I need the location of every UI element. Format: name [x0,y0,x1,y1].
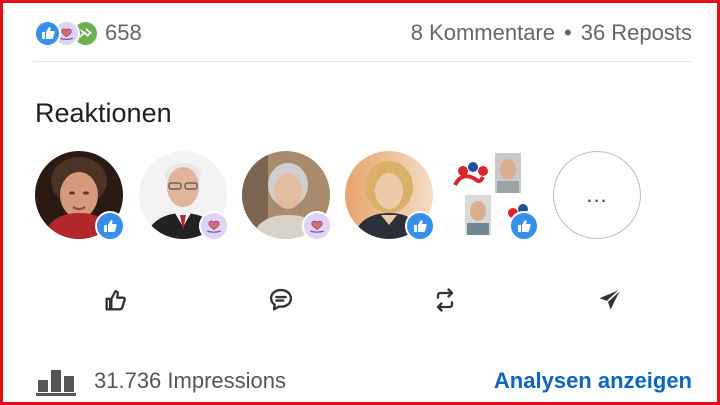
love-icon [199,211,229,241]
reactors-list: ... [35,151,655,241]
divider [34,61,692,62]
impressions-summary: 31.736 Impressions [36,366,286,396]
like-button[interactable] [86,278,146,322]
post-action-bar [34,278,692,322]
send-icon [599,288,621,310]
separator-dot: • [564,20,572,45]
love-icon [302,211,332,241]
engagement-summary: 8 Kommentare • 36 Reposts [411,20,692,46]
like-icon [95,211,125,241]
view-analytics-link[interactable]: Analysen anzeigen [494,368,692,394]
reactor-avatar[interactable] [242,151,332,241]
like-icon [509,211,539,241]
reactor-avatar[interactable] [449,151,539,241]
comment-button[interactable] [251,278,311,322]
more-reactors-button[interactable]: ... [553,151,641,239]
reactions-heading: Reaktionen [35,98,172,128]
bar-chart-icon [36,370,76,396]
impressions-count: 31.736 Impressions [94,368,286,393]
reactions-summary[interactable]: 658 [34,19,142,47]
reactor-avatar[interactable] [35,151,125,241]
like-icon [405,211,435,241]
repost-button[interactable] [415,278,475,322]
reactor-avatar[interactable] [345,151,435,241]
like-icon [34,19,61,47]
send-button[interactable] [580,278,640,322]
reposts-count-link[interactable]: 36 Reposts [581,20,692,46]
comment-icon [269,288,292,311]
reactor-avatar[interactable] [139,151,229,241]
repost-icon [437,288,454,312]
social-counts-row: 658 8 Kommentare • 36 Reposts [34,14,692,52]
thumbs-up-icon [105,290,127,311]
reaction-count: 658 [105,20,142,45]
reaction-icons [34,19,99,47]
comments-count-link[interactable]: 8 Kommentare [411,20,555,46]
post-footer: 31.736 Impressions Analysen anzeigen [36,362,692,400]
